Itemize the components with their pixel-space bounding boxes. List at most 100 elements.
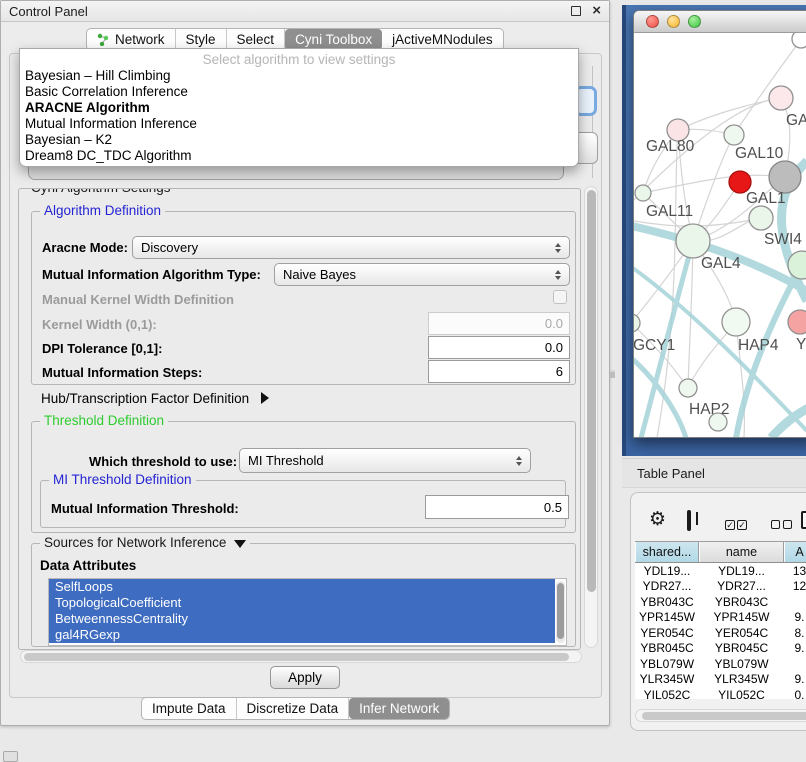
table-row[interactable]: YBR043CYBR043C xyxy=(635,594,806,610)
checked-boxes-icon[interactable]: ✓✓ xyxy=(725,515,747,533)
algorithm-option[interactable]: ARACNE Algorithm xyxy=(20,100,578,116)
tab-style[interactable]: Style xyxy=(176,29,227,50)
apply-button[interactable]: Apply xyxy=(270,666,340,689)
close-traffic-light-icon[interactable] xyxy=(646,15,659,28)
attribute-list-item[interactable]: TopologicalCoefficient xyxy=(49,595,555,611)
node-gal11[interactable] xyxy=(635,185,651,201)
table-row[interactable]: YLR345WYLR345W9. xyxy=(635,672,806,688)
collapse-down-icon[interactable] xyxy=(234,540,246,548)
list-scrollbar[interactable] xyxy=(556,581,565,643)
table-cell[interactable]: 13 xyxy=(784,564,806,578)
table-cell[interactable]: YPR145W xyxy=(635,610,699,624)
unchecked-boxes-icon[interactable] xyxy=(771,516,792,534)
table-row[interactable]: YDL19...YDL19...13 xyxy=(635,563,806,579)
node-hap2[interactable] xyxy=(679,379,697,397)
table-cell[interactable]: YBR043C xyxy=(635,595,699,609)
table-cell[interactable]: YDR27... xyxy=(699,579,784,593)
table-cell[interactable]: YBR045C xyxy=(635,641,699,655)
table-cell[interactable]: YDL19... xyxy=(635,564,699,578)
table-cell[interactable]: YBR043C xyxy=(699,595,784,609)
node-gal10[interactable] xyxy=(724,125,744,145)
gear-icon[interactable]: ⚙ xyxy=(649,510,666,529)
table-row[interactable]: YIL052CYIL052C0. xyxy=(635,687,806,699)
algorithm-option[interactable]: Bayesian – Hill Climbing xyxy=(20,68,578,84)
tab-cyni-toolbox[interactable]: Cyni Toolbox xyxy=(285,29,382,50)
split-columns-icon[interactable] xyxy=(687,510,691,531)
attribute-list-item[interactable]: gal4RGexp xyxy=(49,627,555,643)
table-cell[interactable]: 8. xyxy=(784,626,806,640)
settings-vertical-scrollbar[interactable] xyxy=(584,186,598,648)
mi-algorithm-type-select[interactable]: Naive Bayes xyxy=(274,263,570,286)
dpi-tolerance-field[interactable]: 0.0 xyxy=(428,336,570,359)
control-panel-titlebar[interactable]: Control Panel × xyxy=(1,1,609,22)
tab-impute-data[interactable]: Impute Data xyxy=(142,698,237,719)
float-window-icon[interactable] xyxy=(571,6,581,16)
minimize-traffic-light-icon[interactable] xyxy=(667,15,680,28)
table-cell[interactable]: YBL079W xyxy=(635,657,699,671)
tab-infer-network[interactable]: Infer Network xyxy=(349,698,449,719)
table-row[interactable]: YPR145WYPR145W9. xyxy=(635,610,806,626)
combo-arrows-icon xyxy=(555,243,561,253)
node-gcy1[interactable] xyxy=(634,314,640,332)
network-canvas[interactable]: GAL GAL80 GAL10 GAL11 GAL1 SWI4 GAL4 GCY… xyxy=(634,33,806,438)
table-cell[interactable]: YER054C xyxy=(699,626,784,640)
table-cell[interactable]: 9. xyxy=(784,672,806,686)
kernel-width-field[interactable]: 0.0 xyxy=(428,312,570,335)
table-cell[interactable]: YBR045C xyxy=(699,641,784,655)
mi-steps-field[interactable]: 6 xyxy=(428,360,570,383)
close-icon[interactable]: × xyxy=(592,2,601,20)
column-header[interactable]: name xyxy=(699,542,784,562)
hub-factor-expander[interactable]: Hub/Transcription Factor Definition xyxy=(41,391,269,406)
table-cell[interactable]: YIL052C xyxy=(699,688,784,699)
table-cell[interactable]: 9. xyxy=(784,610,806,624)
table-cell[interactable]: 0. xyxy=(784,688,806,699)
table-cell[interactable]: YDR27... xyxy=(635,579,699,593)
table-cell[interactable]: YLR345W xyxy=(635,672,699,686)
table-cell[interactable]: 9. xyxy=(784,641,806,655)
which-threshold-select[interactable]: MI Threshold xyxy=(239,448,531,473)
node[interactable] xyxy=(769,86,793,110)
tab-network[interactable]: Network xyxy=(87,29,176,50)
table-cell[interactable]: YBL079W xyxy=(699,657,784,671)
column-header[interactable]: shared... xyxy=(635,542,699,562)
table-cell[interactable]: 12 xyxy=(784,579,806,593)
table-horizontal-scrollbar[interactable] xyxy=(635,709,806,722)
node-gal1[interactable] xyxy=(749,206,773,230)
data-attributes-list[interactable]: SelfLoopsTopologicalCoefficientBetweenne… xyxy=(48,578,567,646)
table-row[interactable]: YBR045CYBR045C9. xyxy=(635,641,806,657)
network-window-titlebar[interactable] xyxy=(634,11,806,33)
manual-kernel-checkbox[interactable] xyxy=(553,290,567,304)
algorithm-option[interactable]: Dream8 DC_TDC Algorithm xyxy=(20,148,578,164)
mi-threshold-field[interactable]: 0.5 xyxy=(425,495,569,519)
table-cell[interactable]: YDL19... xyxy=(699,564,784,578)
zoom-traffic-light-icon[interactable] xyxy=(688,15,701,28)
table-row[interactable]: YDR27...YDR27...12 xyxy=(635,579,806,595)
attribute-list-item[interactable]: SelfLoops xyxy=(49,579,555,595)
node-gray[interactable] xyxy=(769,161,801,193)
table-cell[interactable]: YER054C xyxy=(635,626,699,640)
table-row[interactable]: YER054CYER054C8. xyxy=(635,625,806,641)
column-header[interactable]: A xyxy=(784,542,806,562)
table-cell[interactable]: YIL052C xyxy=(635,688,699,699)
node[interactable] xyxy=(792,33,806,48)
node-gal4[interactable] xyxy=(676,224,710,258)
table-cell[interactable]: YLR345W xyxy=(699,672,784,686)
table-cell[interactable]: YPR145W xyxy=(699,610,784,624)
settings-horizontal-scrollbar[interactable] xyxy=(20,650,582,663)
node-hap4[interactable] xyxy=(722,308,750,336)
aracne-mode-select[interactable]: Discovery xyxy=(132,236,570,259)
tab-jactivemnodules[interactable]: jActiveMNodules xyxy=(382,29,503,50)
selected-value: Naive Bayes xyxy=(283,267,356,282)
tab-select[interactable]: Select xyxy=(227,29,286,50)
bottom-left-panel-icon[interactable] xyxy=(3,751,18,762)
expand-right-icon xyxy=(261,392,269,404)
table-row[interactable]: YBL079WYBL079W xyxy=(635,656,806,672)
tab-discretize-data[interactable]: Discretize Data xyxy=(237,698,350,719)
attribute-list-item[interactable]: BetweennessCentrality xyxy=(49,611,555,627)
algorithm-option[interactable]: Mutual Information Inference xyxy=(20,116,578,132)
panel-resize-gripper[interactable] xyxy=(610,370,615,378)
new-table-icon[interactable] xyxy=(801,511,806,529)
algorithm-option[interactable]: Basic Correlation Inference xyxy=(20,84,578,100)
node-pink[interactable] xyxy=(788,310,806,334)
algorithm-option[interactable]: Bayesian – K2 xyxy=(20,132,578,148)
